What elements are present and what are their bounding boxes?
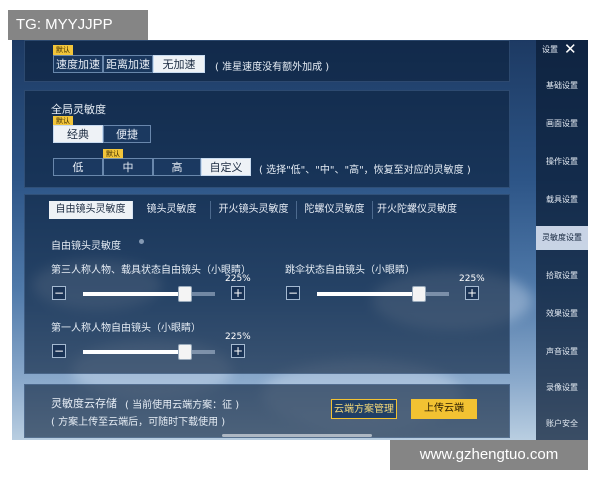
sidebar-item-sensitivity[interactable]: 灵敏度设置 [536,226,588,250]
cloud-scheme-manage-button[interactable]: 云端方案管理 [331,399,397,419]
sidebar-item-graphics[interactable]: 画面设置 [536,112,588,136]
increase-button[interactable]: + [231,344,245,358]
slider-fill [83,292,185,296]
slider-thumb[interactable] [177,286,192,302]
level-custom[interactable]: 自定义 [201,158,251,176]
slider-track-first-person[interactable] [83,344,215,360]
cloud-storage-hint: ( 方案上传至云端后，可随时下载使用 ) [51,417,226,428]
settings-header: 设置 [542,45,558,54]
site-watermark: www.gzhengtuo.com [390,440,588,470]
free-camera-section-title: 自由镜头灵敏度 [51,241,121,252]
sidebar-item-account-security[interactable]: 账户安全 [536,412,588,436]
info-dot-icon [139,239,144,244]
slider-track-third-person[interactable] [83,286,215,302]
slider-label-first-person: 第一人称人物自由镜头（小眼睛） [51,323,201,334]
sidebar-item-vehicle[interactable]: 载具设置 [536,188,588,212]
slider-thumb[interactable] [177,344,192,360]
level-note: ( 选择"低"、"中"、"高"，恢复至对应的灵敏度 ) [259,165,471,176]
default-badge: 默认 [53,45,73,55]
tab-fire-gyroscope[interactable]: 开火陀螺仪灵敏度 [373,201,461,219]
level-medium[interactable]: 中 [103,158,153,176]
sidebar-item-effects[interactable]: 效果设置 [536,302,588,326]
upload-cloud-button[interactable]: 上传云端 [411,399,477,419]
speed-option-speed-boost[interactable]: 速度加速 [53,55,103,73]
level-high[interactable]: 高 [153,158,201,176]
slider-value-parachute: 225% [459,274,485,284]
free-camera-sensitivity-panel: 自由镜头灵敏度 镜头灵敏度 开火镜头灵敏度 陀螺仪灵敏度 开火陀螺仪灵敏度 自由… [24,194,510,374]
game-settings-screen: 默认 速度加速 距离加速 无加速 ( 准星速度没有额外加成 ) 全局灵敏度 默认… [12,40,588,440]
global-sensitivity-title: 全局灵敏度 [51,103,106,116]
slider-fill [83,350,185,354]
tab-fire-camera[interactable]: 开火镜头灵敏度 [211,201,297,219]
sidebar-item-basic[interactable]: 基础设置 [536,74,588,98]
sidebar-item-controls[interactable]: 操作设置 [536,150,588,174]
home-indicator [222,434,372,437]
telegram-tag: TG: MYYJJPP [8,10,148,40]
decrease-button[interactable]: − [52,344,66,358]
slider-value-third-person: 225% [225,274,251,284]
slider-track-parachute[interactable] [317,286,449,302]
level-low[interactable]: 低 [53,158,103,176]
mode-classic[interactable]: 经典 [53,125,103,143]
slider-thumb[interactable] [411,286,426,302]
slider-value-first-person: 225% [225,332,251,342]
sidebar-item-sound[interactable]: 声音设置 [536,340,588,364]
tab-free-camera[interactable]: 自由镜头灵敏度 [49,201,133,219]
sidebar-item-replay[interactable]: 录像设置 [536,376,588,400]
increase-button[interactable]: + [231,286,245,300]
mode-easy[interactable]: 便捷 [103,125,151,143]
speed-option-distance-boost[interactable]: 距离加速 [103,55,153,73]
decrease-button[interactable]: − [286,286,300,300]
global-sensitivity-panel: 全局灵敏度 默认 经典 便捷 默认 低 中 高 自定义 ( 选择"低"、"中"、… [24,90,510,188]
cloud-storage-panel: 灵敏度云存储 ( 当前使用云端方案：征 ) ( 方案上传至云端后，可随时下载使用… [24,384,510,438]
settings-sidebar: 设置 ✕ 基础设置 画面设置 操作设置 载具设置 灵敏度设置 拾取设置 效果设置… [536,40,588,440]
increase-button[interactable]: + [465,286,479,300]
tab-gyroscope[interactable]: 陀螺仪灵敏度 [297,201,373,219]
cloud-storage-title: 灵敏度云存储 [51,397,117,410]
cloud-current-scheme: ( 当前使用云端方案：征 ) [125,400,240,411]
slider-fill [317,292,419,296]
speed-note: ( 准星速度没有额外加成 ) [215,62,330,73]
tab-camera[interactable]: 镜头灵敏度 [133,201,211,219]
slider-label-parachute: 跳伞状态自由镜头（小眼睛） [285,265,415,276]
close-icon[interactable]: ✕ [564,40,577,58]
speed-boost-panel: 默认 速度加速 距离加速 无加速 ( 准星速度没有额外加成 ) [24,40,510,82]
decrease-button[interactable]: − [52,286,66,300]
speed-option-no-boost[interactable]: 无加速 [153,55,205,73]
slider-label-third-person: 第三人称人物、载具状态自由镜头（小眼睛） [51,265,251,276]
sidebar-item-pickup[interactable]: 拾取设置 [536,264,588,288]
